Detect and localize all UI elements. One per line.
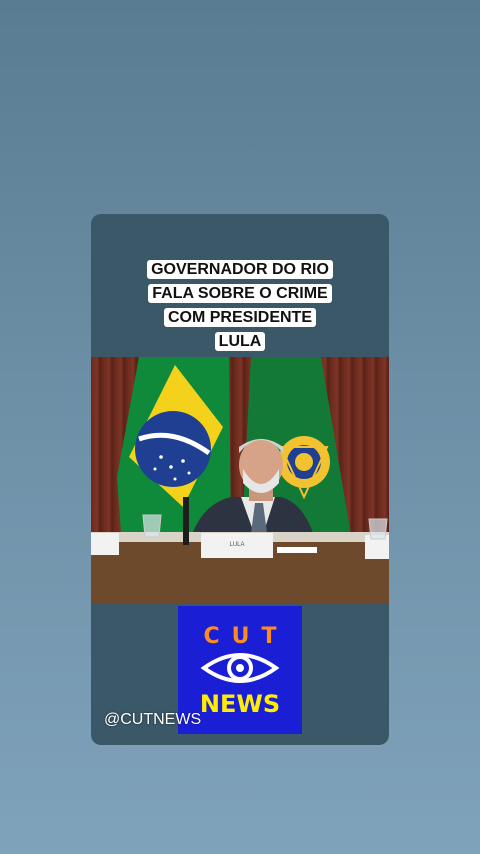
video-scene-illustration: LULA xyxy=(91,357,389,603)
microphone xyxy=(183,497,189,545)
caption-text: GOVERNADOR DO RIO FALA SOBRE O CRIME COM… xyxy=(147,260,333,351)
eye-icon xyxy=(200,648,280,693)
water-glass-left xyxy=(142,514,162,538)
water-glass-right xyxy=(368,518,388,540)
video-frame[interactable]: LULA xyxy=(91,357,389,603)
nameplate-left xyxy=(91,533,119,555)
nameplate-label: LULA xyxy=(229,542,244,548)
logo-top-text: CUT xyxy=(203,624,289,649)
channel-handle[interactable]: @CUTNEWS xyxy=(104,711,201,729)
papers xyxy=(277,547,317,553)
video-card[interactable]: GOVERNADOR DO RIO FALA SOBRE O CRIME COM… xyxy=(91,214,389,745)
video-caption: GOVERNADOR DO RIO FALA SOBRE O CRIME COM… xyxy=(91,258,389,354)
